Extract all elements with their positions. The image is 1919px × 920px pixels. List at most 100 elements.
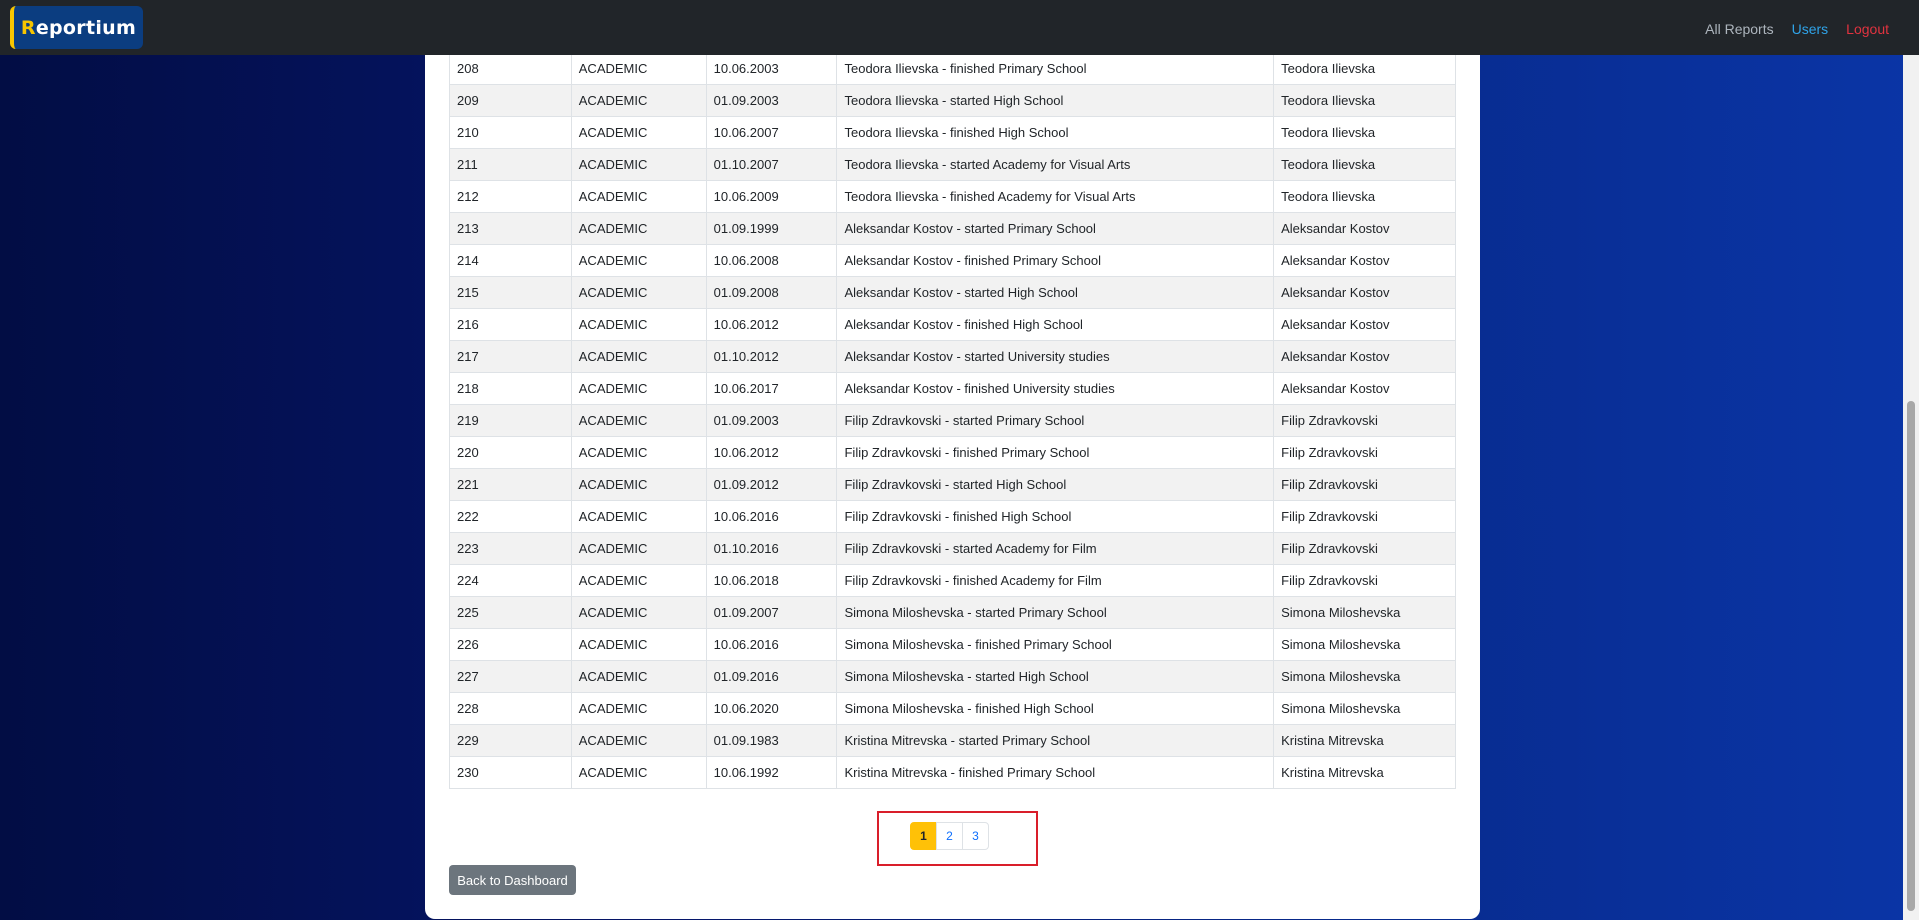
report-id-cell: 223 [449, 532, 572, 565]
report-description-cell: Teodora Ilievska - started High School [836, 84, 1275, 117]
report-id-cell: 208 [449, 52, 572, 85]
report-type-cell: ACADEMIC [570, 756, 707, 789]
report-date-cell: 01.10.2007 [705, 148, 838, 181]
report-id-cell: 227 [449, 660, 572, 693]
report-id-cell: 213 [449, 212, 572, 245]
report-date-cell: 01.09.1983 [705, 724, 838, 757]
report-type-cell: ACADEMIC [570, 116, 707, 149]
report-person-cell: Simona Miloshevska [1273, 660, 1456, 693]
report-id-cell: 224 [449, 564, 572, 597]
report-date-cell: 10.06.2016 [705, 500, 838, 533]
report-type-cell: ACADEMIC [570, 52, 707, 85]
report-description-cell: Aleksandar Kostov - started University s… [836, 340, 1275, 373]
report-id-cell: 221 [449, 468, 572, 501]
table-row: 229 ACADEMIC 01.09.1983 Kristina Mitrevska … [449, 724, 1456, 757]
report-date-cell: 10.06.2009 [705, 180, 838, 213]
nav-logout-link[interactable]: Logout [1846, 21, 1889, 37]
report-date-cell: 01.09.2003 [705, 404, 838, 437]
report-id-cell: 219 [449, 404, 572, 437]
report-date-cell: 01.09.2016 [705, 660, 838, 693]
page-button-1[interactable]: 1 [910, 822, 937, 850]
report-description-cell: Aleksandar Kostov - started Primary Scho… [836, 212, 1275, 245]
report-person-cell: Kristina Mitrevska [1273, 724, 1456, 757]
table-row: 222 ACADEMIC 10.06.2016 Filip Zdravkovski -… [449, 500, 1456, 533]
report-id-cell: 214 [449, 244, 572, 277]
report-person-cell: Filip Zdravkovski [1273, 468, 1456, 501]
report-person-cell: Filip Zdravkovski [1273, 532, 1456, 565]
report-date-cell: 01.09.2008 [705, 276, 838, 309]
table-row: 212 ACADEMIC 10.06.2009 Teodora Ilievska - … [449, 180, 1456, 213]
report-type-cell: ACADEMIC [570, 340, 707, 373]
report-person-cell: Teodora Ilievska [1273, 148, 1456, 181]
report-description-cell: Kristina Mitrevska - started Primary Sch… [836, 724, 1275, 757]
scrollbar-thumb[interactable] [1907, 401, 1915, 911]
report-date-cell: 01.09.2012 [705, 468, 838, 501]
report-description-cell: Filip Zdravkovski - started High School [836, 468, 1275, 501]
brand-logo[interactable]: Reportium [10, 6, 143, 49]
report-id-cell: 216 [449, 308, 572, 341]
report-person-cell: Aleksandar Kostov [1273, 308, 1456, 341]
report-type-cell: ACADEMIC [570, 180, 707, 213]
report-type-cell: ACADEMIC [570, 308, 707, 341]
report-id-cell: 222 [449, 500, 572, 533]
report-description-cell: Teodora Ilievska - started Academy for V… [836, 148, 1275, 181]
report-type-cell: ACADEMIC [570, 628, 707, 661]
nav-all-reports-link[interactable]: All Reports [1705, 21, 1773, 37]
report-date-cell: 10.06.2016 [705, 628, 838, 661]
report-id-cell: 230 [449, 756, 572, 789]
report-description-cell: Simona Miloshevska - finished Primary Sc… [836, 628, 1275, 661]
report-person-cell: Aleksandar Kostov [1273, 244, 1456, 277]
reports-table: 208 ACADEMIC 10.06.2003 Teodora Ilievska - … [449, 52, 1456, 789]
brand-initial: R [20, 16, 36, 39]
report-date-cell: 01.10.2012 [705, 340, 838, 373]
report-id-cell: 225 [449, 596, 572, 629]
table-row: 228 ACADEMIC 10.06.2020 Simona Miloshevska … [449, 692, 1456, 725]
report-person-cell: Simona Miloshevska [1273, 596, 1456, 629]
table-row: 215 ACADEMIC 01.09.2008 Aleksandar Kostov -… [449, 276, 1456, 309]
report-type-cell: ACADEMIC [570, 244, 707, 277]
report-person-cell: Simona Miloshevska [1273, 692, 1456, 725]
report-person-cell: Aleksandar Kostov [1273, 276, 1456, 309]
report-person-cell: Teodora Ilievska [1273, 180, 1456, 213]
report-date-cell: 10.06.2020 [705, 692, 838, 725]
report-description-cell: Teodora Ilievska - finished Academy for … [836, 180, 1275, 213]
report-date-cell: 01.09.2007 [705, 596, 838, 629]
report-date-cell: 10.06.1992 [705, 756, 838, 789]
report-id-cell: 209 [449, 84, 572, 117]
report-person-cell: Aleksandar Kostov [1273, 212, 1456, 245]
report-description-cell: Filip Zdravkovski - finished Primary Sch… [836, 436, 1275, 469]
table-row: 225 ACADEMIC 01.09.2007 Simona Miloshevska … [449, 596, 1456, 629]
report-type-cell: ACADEMIC [570, 724, 707, 757]
report-type-cell: ACADEMIC [570, 372, 707, 405]
report-date-cell: 10.06.2018 [705, 564, 838, 597]
table-row: 227 ACADEMIC 01.09.2016 Simona Miloshevska … [449, 660, 1456, 693]
reports-card: 208 ACADEMIC 10.06.2003 Teodora Ilievska - … [425, 40, 1480, 919]
report-date-cell: 10.06.2003 [705, 52, 838, 85]
pagination: 123 [910, 822, 989, 850]
report-id-cell: 215 [449, 276, 572, 309]
report-type-cell: ACADEMIC [570, 276, 707, 309]
page-button-3[interactable]: 3 [962, 822, 989, 850]
page-button-2[interactable]: 2 [936, 822, 963, 850]
report-type-cell: ACADEMIC [570, 596, 707, 629]
table-row: 230 ACADEMIC 10.06.1992 Kristina Mitrevska … [449, 756, 1456, 789]
report-date-cell: 10.06.2017 [705, 372, 838, 405]
report-type-cell: ACADEMIC [570, 564, 707, 597]
back-to-dashboard-button[interactable]: Back to Dashboard [449, 865, 576, 895]
report-person-cell: Filip Zdravkovski [1273, 500, 1456, 533]
page-scrollbar[interactable] [1903, 55, 1919, 920]
report-id-cell: 229 [449, 724, 572, 757]
nav-links: All Reports Users Logout [1705, 0, 1889, 58]
table-row: 217 ACADEMIC 01.10.2012 Aleksandar Kostov -… [449, 340, 1456, 373]
table-row: 210 ACADEMIC 10.06.2007 Teodora Ilievska - … [449, 116, 1456, 149]
top-navbar: Reportium All Reports Users Logout [0, 0, 1919, 55]
report-type-cell: ACADEMIC [570, 148, 707, 181]
report-description-cell: Filip Zdravkovski - finished High School [836, 500, 1275, 533]
nav-users-link[interactable]: Users [1792, 21, 1829, 37]
report-id-cell: 210 [449, 116, 572, 149]
report-description-cell: Simona Miloshevska - started Primary Sch… [836, 596, 1275, 629]
report-type-cell: ACADEMIC [570, 660, 707, 693]
table-row: 216 ACADEMIC 10.06.2012 Aleksandar Kostov -… [449, 308, 1456, 341]
table-row: 208 ACADEMIC 10.06.2003 Teodora Ilievska - … [449, 52, 1456, 85]
reports-table-body: 208 ACADEMIC 10.06.2003 Teodora Ilievska - … [449, 52, 1456, 789]
